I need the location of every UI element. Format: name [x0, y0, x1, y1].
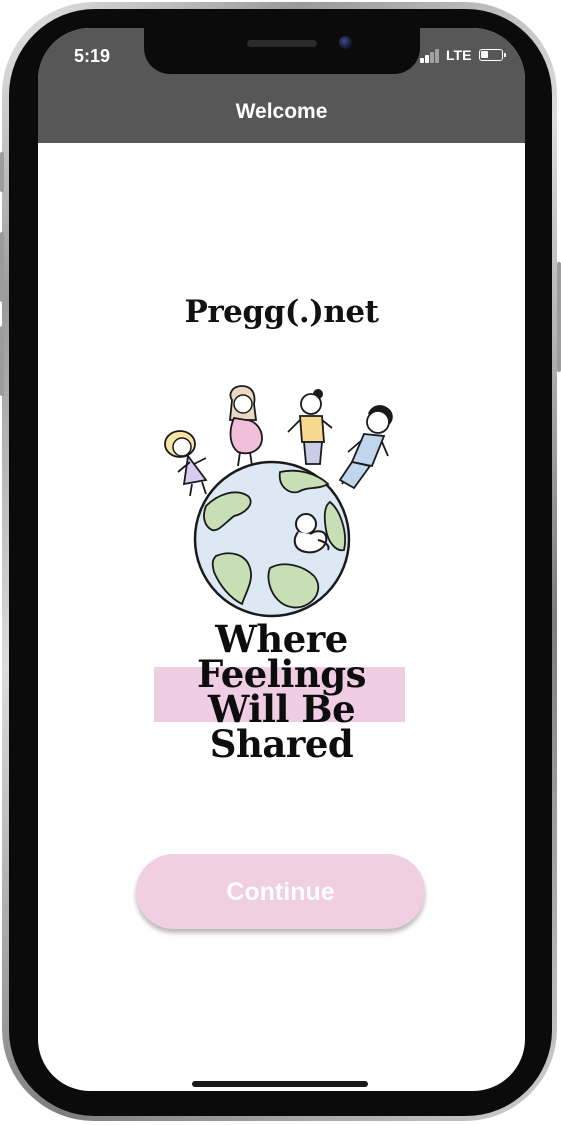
- power-button: [557, 262, 561, 372]
- home-indicator[interactable]: [192, 1081, 368, 1087]
- adult-figure-icon: [287, 389, 333, 465]
- volume-up-button: [0, 232, 4, 302]
- app-logo-text: Pregg(.)net: [184, 294, 379, 330]
- page-title: Welcome: [235, 100, 328, 123]
- phone-device: 5:19 LTE Welcome Pregg(.)net Where Feeli…: [0, 0, 561, 1125]
- app-screen: 5:19 LTE Welcome Pregg(.)net Where Feeli…: [38, 28, 525, 1091]
- tagline-line-4: Shared: [209, 722, 354, 766]
- continue-button[interactable]: Continue: [136, 854, 425, 929]
- globe-icon: [193, 460, 351, 618]
- volume-down-button: [0, 326, 4, 396]
- device-notch: [144, 28, 420, 74]
- pregnant-woman-icon: [229, 385, 263, 467]
- navigation-bar: 5:19 LTE Welcome: [38, 28, 525, 143]
- cellular-signal-icon: [420, 49, 442, 63]
- status-time: 5:19: [74, 46, 111, 66]
- tagline-text: Where Feelings Will Be Shared: [38, 621, 525, 766]
- mute-switch: [0, 152, 4, 192]
- doctor-figure-icon: [338, 405, 393, 490]
- speaker-grille: [247, 40, 317, 47]
- battery-icon: [479, 49, 506, 61]
- child-figure-icon: [164, 430, 208, 497]
- front-camera: [339, 36, 352, 49]
- globe-family-illustration: [164, 385, 393, 618]
- network-type-label: LTE: [446, 47, 472, 63]
